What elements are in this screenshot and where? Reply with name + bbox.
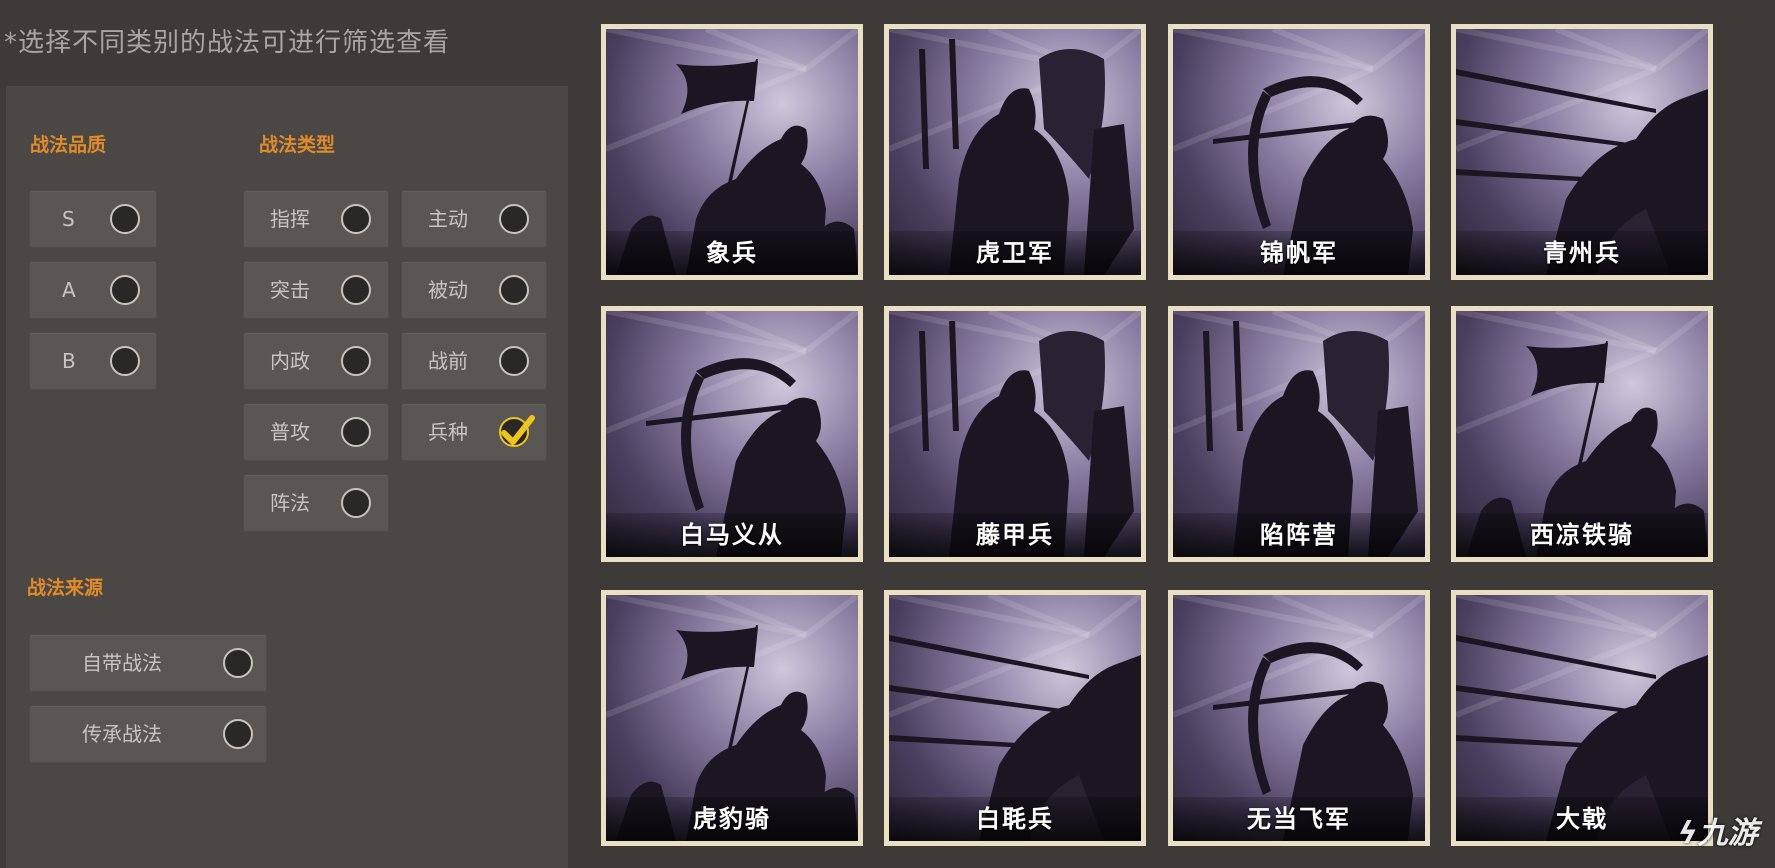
option-label: 自带战法: [82, 651, 162, 675]
option-label: 兵种: [428, 420, 468, 444]
radio-icon: [223, 719, 253, 749]
logo-glyph-icon: ϟ: [1678, 816, 1698, 851]
tactic-card-name: 象兵: [606, 231, 858, 275]
tactic-card[interactable]: 藤甲兵: [884, 306, 1146, 562]
radio-icon: [110, 204, 140, 234]
tactic-card-name: 锦帆军: [1173, 231, 1425, 275]
checkmark-icon: [499, 415, 535, 447]
watermark-text: 九游: [1697, 816, 1758, 851]
jiuyou-watermark-logo: ϟ九游: [1678, 808, 1758, 852]
tactic-card[interactable]: 无当飞军: [1168, 590, 1430, 846]
radio-icon: [499, 204, 529, 234]
type-section-title: 战法类型: [259, 134, 336, 156]
radio-icon: [223, 648, 253, 678]
quality-section-title: 战法品质: [30, 134, 107, 156]
tactic-card-name: 虎豹骑: [606, 797, 858, 841]
tactic-card-name: 陷阵营: [1173, 513, 1425, 557]
filter-hint: *选择不同类别的战法可进行筛选查看: [4, 28, 451, 58]
tactic-card[interactable]: 象兵: [601, 24, 863, 280]
tactic-card-name: 白马义从: [606, 513, 858, 557]
radio-icon: [341, 346, 371, 376]
option-label: 突击: [270, 278, 310, 302]
tactic-card-name: 大戟: [1456, 797, 1708, 841]
radio-icon: [499, 346, 529, 376]
type-option-troop[interactable]: 兵种: [401, 403, 547, 461]
type-option-domestic[interactable]: 内政: [243, 332, 389, 390]
tactic-card[interactable]: 大戟: [1451, 590, 1713, 846]
option-label: 传承战法: [82, 722, 162, 746]
tactic-card-name: 白毦兵: [889, 797, 1141, 841]
option-label: S: [62, 207, 75, 231]
tactic-card-name: 青州兵: [1456, 231, 1708, 275]
type-option-passive[interactable]: 被动: [401, 261, 547, 319]
type-option-formation[interactable]: 阵法: [243, 474, 389, 532]
type-option-normal-attack[interactable]: 普攻: [243, 403, 389, 461]
quality-option-a[interactable]: A: [29, 261, 157, 319]
option-label: 阵法: [270, 491, 310, 515]
option-label: A: [62, 278, 76, 302]
filter-panel: 战法品质 S A B 战法类型 指挥 主动 突击 被动 内政 战前 普攻 兵种 …: [6, 86, 568, 868]
source-option-innate[interactable]: 自带战法: [29, 634, 267, 692]
radio-icon: [341, 275, 371, 305]
radio-icon: [341, 204, 371, 234]
radio-icon: [341, 417, 371, 447]
tactic-card[interactable]: 虎卫军: [884, 24, 1146, 280]
type-option-active[interactable]: 主动: [401, 190, 547, 248]
tactic-card-name: 虎卫军: [889, 231, 1141, 275]
radio-icon: [110, 275, 140, 305]
source-option-inherited[interactable]: 传承战法: [29, 705, 267, 763]
tactic-card[interactable]: 西凉铁骑: [1451, 306, 1713, 562]
tactic-card[interactable]: 白毦兵: [884, 590, 1146, 846]
tactic-card[interactable]: 虎豹骑: [601, 590, 863, 846]
type-option-prebattle[interactable]: 战前: [401, 332, 547, 390]
source-section-title: 战法来源: [27, 577, 104, 599]
tactic-card[interactable]: 青州兵: [1451, 24, 1713, 280]
option-label: 普攻: [270, 420, 310, 444]
radio-icon: [341, 488, 371, 518]
option-label: 被动: [428, 278, 468, 302]
quality-option-b[interactable]: B: [29, 332, 157, 390]
tactic-card[interactable]: 锦帆军: [1168, 24, 1430, 280]
option-label: 主动: [428, 207, 468, 231]
tactic-card-name: 藤甲兵: [889, 513, 1141, 557]
option-label: B: [62, 349, 76, 373]
tactic-card[interactable]: 白马义从: [601, 306, 863, 562]
quality-option-s[interactable]: S: [29, 190, 157, 248]
radio-icon: [499, 275, 529, 305]
option-label: 战前: [428, 349, 468, 373]
option-label: 指挥: [270, 207, 310, 231]
tactic-card[interactable]: 陷阵营: [1168, 306, 1430, 562]
tactic-card-name: 无当飞军: [1173, 797, 1425, 841]
type-option-command[interactable]: 指挥: [243, 190, 389, 248]
type-option-assault[interactable]: 突击: [243, 261, 389, 319]
radio-icon: [110, 346, 140, 376]
tactic-card-name: 西凉铁骑: [1456, 513, 1708, 557]
option-label: 内政: [270, 349, 310, 373]
